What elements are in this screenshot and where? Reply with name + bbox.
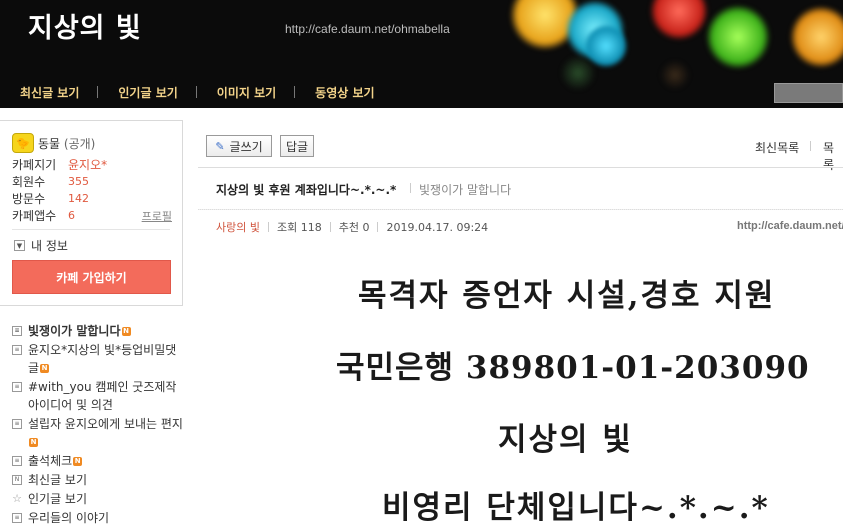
menu-item[interactable]: N 최신글 보기 [12, 471, 187, 489]
chevron-down-icon: ▼ [14, 240, 25, 251]
stat-row: 카페지기 윤지오* [12, 156, 172, 173]
category-row: 🐤 동물 (공개) [12, 133, 95, 153]
menu-item[interactable]: ≡ 설립자 윤지오에게 보내는 편지N [12, 415, 187, 451]
post-body-line: 지상의 빛 [498, 422, 633, 458]
post-url[interactable]: http://cafe.daum.net/ [737, 220, 843, 232]
header-bokeh-light [706, 5, 770, 69]
my-info-label: 내 정보 [31, 239, 68, 253]
board-icon: ≡ [12, 326, 22, 336]
cafe-stats: 카페지기 윤지오* 회원수 355 방문수 142 카페앱수 6 프로필 [12, 156, 172, 224]
profile-link[interactable]: 프로필 [142, 208, 172, 224]
latest-list-link[interactable]: 최신목록 [755, 139, 799, 156]
write-button[interactable]: ✎ 글쓰기 [206, 135, 272, 157]
post-author[interactable]: 사랑의 빛 [216, 219, 260, 235]
menu-item-label: #with_you 캠페인 굿즈제작 아이디어 및 의견 [28, 380, 177, 412]
menu-item[interactable]: ≡ #with_you 캠페인 굿즈제작 아이디어 및 의견 [12, 378, 187, 414]
my-info-toggle[interactable]: ▼ 내 정보 [14, 237, 68, 254]
menu-item[interactable]: ≡ 출석체크 N [12, 452, 187, 470]
stat-row: 카페앱수 6 프로필 [12, 207, 172, 224]
post-body-line: 비영리 단체입니다~.*.~.* [382, 490, 770, 526]
menu-item[interactable]: ☆ 인기글 보기 [12, 490, 187, 508]
member-count[interactable]: 355 [68, 175, 89, 188]
nav-videos[interactable]: 동영상 보기 [295, 84, 392, 101]
stat-row: 회원수 355 [12, 173, 172, 190]
board-icon: ≡ [12, 513, 22, 523]
sidebar-divider [12, 229, 170, 230]
board-icon: ≡ [12, 419, 22, 429]
post-board-link[interactable]: 빛쟁이가 말합니다 [419, 181, 511, 198]
menu-item-label: 출석체크 N [28, 454, 83, 468]
cafe-url[interactable]: http://cafe.daum.net/ohmabella [285, 22, 450, 36]
menu-item-label: 설립자 윤지오에게 보내는 편지N [28, 417, 183, 447]
pencil-icon: ✎ [215, 139, 225, 153]
post-meta: 사랑의 빛 조회 118 추천 0 2019.04.17. 09:24 [216, 219, 488, 235]
new-badge-icon: N [40, 364, 50, 373]
post-toolbar: ✎ 글쓰기 답글 최신목록 목록 [198, 130, 843, 172]
menu-item-label: 빛쟁이가 말합니다 N [28, 324, 131, 338]
app-count: 6 [68, 209, 75, 222]
title-divider [410, 183, 411, 193]
board-menu: ≡ 빛쟁이가 말합니다 N ≡ 윤지오*지상의 빛*등업비밀댓글 N ≡ #with… [12, 322, 187, 528]
stat-label: 방문수 [12, 192, 46, 206]
meta-divider [329, 222, 331, 232]
search-input[interactable] [774, 83, 843, 103]
visit-count: 142 [68, 192, 89, 205]
write-label: 글쓰기 [229, 139, 263, 154]
header-bokeh-light [560, 55, 596, 91]
post-body-line: 목격자 증언자 시설,경호 지원 [358, 278, 776, 314]
header-bokeh-light [660, 60, 690, 90]
post-body-line: 국민은행 389801-01-203090 [336, 350, 810, 386]
meta-divider [267, 222, 269, 232]
menu-item[interactable]: ≡ 윤지오*지상의 빛*등업비밀댓글 N [12, 341, 187, 377]
cafe-header: 지상의 빛 http://cafe.daum.net/ohmabella 최신글… [0, 0, 843, 108]
post-header-divider [198, 209, 843, 210]
join-cafe-button[interactable]: 카페 가입하기 [12, 260, 171, 294]
meta-divider [377, 222, 379, 232]
stat-label: 카페앱수 [12, 209, 57, 223]
nav-latest-posts[interactable]: 최신글 보기 [0, 84, 97, 101]
menu-item-label: 최신글 보기 [28, 473, 88, 487]
top-nav: 최신글 보기 인기글 보기 이미지 보기 동영상 보기 [0, 78, 393, 106]
board-icon: ≡ [12, 345, 22, 355]
cafe-title[interactable]: 지상의 빛 [28, 6, 142, 45]
post-title: 지상의 빛 후원 계좌입니다~.*.~.* [216, 183, 397, 197]
animal-category-icon: 🐤 [12, 133, 34, 153]
post-date: 2019.04.17. 09:24 [386, 220, 489, 234]
stat-label: 카페지기 [12, 158, 57, 172]
post-views: 조회 118 [276, 221, 322, 234]
post-likes: 추천 0 [338, 221, 370, 234]
nav-popular-posts[interactable]: 인기글 보기 [98, 84, 195, 101]
menu-item-label: 우리들의 이야기 [28, 511, 110, 525]
board-icon: ≡ [12, 456, 22, 466]
menu-item-label: 윤지오*지상의 빛*등업비밀댓글 N [28, 343, 177, 375]
new-badge-icon: N [121, 327, 131, 336]
menu-item-label: 인기글 보기 [28, 492, 88, 506]
star-icon: ☆ [12, 492, 22, 505]
stat-row: 방문수 142 [12, 190, 172, 207]
nav-images[interactable]: 이미지 보기 [197, 84, 294, 101]
menu-item[interactable]: ≡ 우리들의 이야기 [12, 509, 187, 527]
header-bokeh-light [790, 6, 843, 68]
category-label: 동물 (공개) [38, 136, 96, 151]
new-posts-icon: N [12, 475, 22, 485]
board-icon: ≡ [12, 382, 22, 392]
new-badge-icon: N [73, 457, 83, 466]
new-badge-icon: N [29, 438, 38, 447]
cafe-manager-link[interactable]: 윤지오* [68, 156, 107, 173]
reply-button[interactable]: 답글 [280, 135, 314, 157]
toolbar-divider-line [198, 167, 843, 168]
stat-label: 회원수 [12, 175, 46, 189]
toolbar-divider [810, 141, 811, 151]
menu-item[interactable]: ≡ 빛쟁이가 말합니다 N [12, 322, 187, 340]
header-bokeh-light [650, 0, 708, 40]
